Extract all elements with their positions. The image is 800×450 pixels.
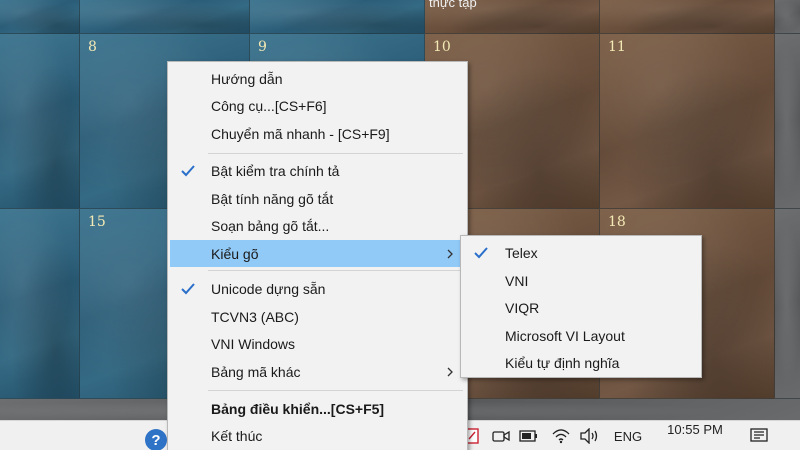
submenu-item-label: Telex	[505, 244, 538, 261]
menu-item-macro-enable[interactable]: Bật tính năng gõ tắt	[170, 185, 465, 212]
menu-item-label: Bật tính năng gõ tắt	[211, 190, 334, 207]
day-number: 10	[433, 39, 451, 55]
menu-separator	[208, 153, 463, 154]
input-method-submenu: Telex VNI VIQR Microsoft VI Layout Kiểu …	[460, 235, 702, 378]
menu-item-label: Chuyển mã nhanh - [CS+F9]	[211, 125, 390, 142]
menu-separator	[208, 390, 463, 391]
menu-item-label: Soạn bảng gõ tắt...	[211, 217, 330, 234]
menu-item-tools[interactable]: Công cụ...[CS+F6]	[170, 92, 465, 119]
calendar-note: thực tập	[429, 0, 477, 10]
calendar-cell	[0, 0, 80, 34]
submenu-item-vni[interactable]: VNI	[463, 267, 699, 294]
calendar-cell	[775, 34, 800, 209]
submenu-arrow-icon	[447, 367, 453, 376]
calendar-cell	[600, 0, 775, 34]
menu-item-vni-windows[interactable]: VNI Windows	[170, 330, 465, 357]
submenu-item-microsoft-vi-layout[interactable]: Microsoft VI Layout	[463, 322, 699, 349]
calendar-cell	[0, 209, 80, 399]
day-number: 18	[608, 214, 626, 230]
menu-item-label: Công cụ...[CS+F6]	[211, 97, 327, 114]
menu-separator	[208, 270, 463, 271]
menu-item-label: TCVN3 (ABC)	[211, 308, 299, 325]
menu-item-quick-convert[interactable]: Chuyển mã nhanh - [CS+F9]	[170, 120, 465, 147]
language-indicator[interactable]: ENG	[610, 421, 646, 450]
notification-icon[interactable]	[745, 421, 773, 450]
menu-item-spell-check[interactable]: Bật kiểm tra chính tả	[170, 157, 465, 184]
submenu-arrow-icon	[447, 249, 453, 258]
submenu-item-telex[interactable]: Telex	[463, 239, 699, 266]
menu-item-label: Bảng điều khiển...[CS+F5]	[211, 400, 385, 417]
menu-item-other-charsets[interactable]: Bảng mã khác	[170, 358, 465, 385]
menu-item-unicode[interactable]: Unicode dựng sẵn	[170, 275, 465, 302]
day-number: 11	[608, 39, 626, 55]
submenu-item-viqr[interactable]: VIQR	[463, 294, 699, 321]
calendar-cell	[775, 0, 800, 34]
submenu-item-label: Microsoft VI Layout	[505, 327, 625, 344]
day-number: 8	[88, 39, 97, 55]
calendar-cell: 11	[600, 34, 775, 209]
battery-icon[interactable]	[517, 421, 541, 450]
menu-item-label: Kiểu gõ	[211, 245, 259, 262]
menu-item-label: Hướng dẫn	[211, 70, 283, 87]
submenu-item-label: VNI	[505, 272, 529, 289]
calendar-cell	[80, 0, 250, 34]
unikey-context-menu: Hướng dẫn Công cụ...[CS+F6] Chuyển mã nh…	[167, 61, 468, 450]
menu-item-tcvn3[interactable]: TCVN3 (ABC)	[170, 303, 465, 330]
day-number: 9	[258, 39, 267, 55]
check-icon	[181, 164, 195, 176]
calendar-cell: thực tập	[425, 0, 600, 34]
menu-item-macro-editor[interactable]: Soạn bảng gõ tắt...	[170, 212, 465, 239]
menu-item-label: Kết thúc	[211, 427, 263, 444]
check-icon	[181, 282, 195, 294]
menu-item-exit[interactable]: Kết thúc	[170, 422, 465, 449]
wifi-icon[interactable]	[550, 421, 572, 450]
submenu-item-label: VIQR	[505, 299, 540, 316]
calendar-cell	[775, 209, 800, 399]
camera-icon[interactable]	[490, 421, 512, 450]
calendar-cell	[0, 34, 80, 209]
volume-icon[interactable]	[578, 421, 602, 450]
menu-item-input-method[interactable]: Kiểu gõ	[170, 240, 465, 267]
clock[interactable]: 10:55 PM	[655, 417, 735, 441]
check-icon	[474, 246, 488, 258]
menu-item-label: Unicode dựng sẵn	[211, 280, 326, 297]
menu-item-control-panel[interactable]: Bảng điều khiển...[CS+F5]	[170, 395, 465, 422]
menu-item-label: VNI Windows	[211, 335, 296, 352]
menu-item-help[interactable]: Hướng dẫn	[170, 65, 465, 92]
submenu-item-custom[interactable]: Kiểu tự định nghĩa	[463, 349, 699, 376]
menu-item-label: Bật kiểm tra chính tả	[211, 162, 340, 179]
day-number: 15	[88, 214, 106, 230]
menu-item-label: Bảng mã khác	[211, 363, 301, 380]
submenu-item-label: Kiểu tự định nghĩa	[505, 354, 620, 371]
calendar-cell	[250, 0, 425, 34]
help-icon[interactable]: ?	[145, 429, 167, 450]
